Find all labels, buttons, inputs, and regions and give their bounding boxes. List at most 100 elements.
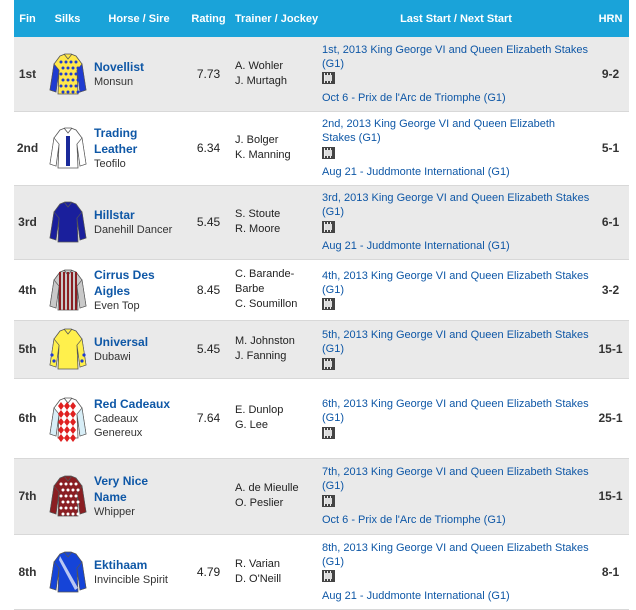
next-start-link[interactable]: Aug 21 - Juddmonte International (G1) bbox=[322, 239, 590, 253]
jockey-name: R. Moore bbox=[235, 223, 281, 235]
result-row: 4th Cirrus Des Aigles Even Top 8.45 C. Baran… bbox=[14, 259, 629, 320]
finish-position: 6th bbox=[14, 378, 41, 458]
video-replay-icon[interactable] bbox=[322, 570, 335, 583]
horse-name-link[interactable]: Universal bbox=[94, 334, 184, 350]
trainer-jockey-cell: J. Bolger K. Manning bbox=[233, 111, 320, 185]
rating-value: 6.34 bbox=[184, 111, 233, 185]
last-start-link[interactable]: 3rd, 2013 King George VI and Queen Eliza… bbox=[322, 192, 589, 218]
trainer-jockey-cell: E. Dunlop G. Lee bbox=[233, 378, 320, 458]
hrn-odds: 5-1 bbox=[592, 111, 629, 185]
horse-cell: Hillstar Danehill Dancer bbox=[94, 185, 184, 259]
next-start-link[interactable]: Oct 6 - Prix de l'Arc de Triomphe (G1) bbox=[322, 91, 590, 105]
finish-position: 3rd bbox=[14, 185, 41, 259]
jockey-name: K. Manning bbox=[235, 149, 291, 161]
last-start-link[interactable]: 4th, 2013 King George VI and Queen Eliza… bbox=[322, 270, 589, 296]
video-replay-icon[interactable] bbox=[322, 426, 335, 439]
last-next-cell: 2nd, 2013 King George VI and Queen Eliza… bbox=[320, 111, 592, 185]
trainer-name: A. Wohler bbox=[235, 59, 284, 72]
silks-icon bbox=[49, 475, 86, 517]
rating-value: 5.45 bbox=[184, 185, 233, 259]
silks-icon bbox=[49, 201, 86, 243]
result-row: 2nd Trading Leather Teofilo 6.34 J. Bolger K.… bbox=[14, 111, 629, 185]
last-next-cell: 7th, 2013 King George VI and Queen Eliza… bbox=[320, 458, 592, 534]
col-trainer[interactable]: Trainer / Jockey bbox=[233, 0, 320, 37]
silks-cell bbox=[41, 111, 94, 185]
last-start-link[interactable]: 5th, 2013 King George VI and Queen Eliza… bbox=[322, 329, 589, 355]
finish-position: 4th bbox=[14, 259, 41, 320]
trainer-name: J. Bolger bbox=[235, 134, 279, 146]
col-silks[interactable]: Silks bbox=[41, 0, 94, 37]
last-start-link[interactable]: 6th, 2013 King George VI and Queen Eliza… bbox=[322, 398, 589, 424]
horse-name-link[interactable]: Trading Leather bbox=[94, 125, 184, 157]
result-row: 5th Universal Dubawi 5.45 M. Johnston J. Fann… bbox=[14, 320, 629, 378]
horse-cell: Very Nice Name Whipper bbox=[94, 458, 184, 534]
trainer-jockey-cell: R. Varian D. O'Neill bbox=[233, 534, 320, 609]
horse-cell: Novellist Monsun bbox=[94, 37, 184, 111]
trainer-jockey-cell: A. de Mieulle O. Peslier bbox=[233, 458, 320, 534]
trainer-jockey-cell: M. Johnston J. Fanning bbox=[233, 320, 320, 378]
horse-name-link[interactable]: Very Nice Name bbox=[94, 473, 184, 505]
next-start-link[interactable]: Aug 21 - Juddmonte International (G1) bbox=[322, 589, 590, 603]
header-row: Fin Silks Horse / Sire Rating Trainer / … bbox=[14, 0, 629, 37]
jockey-name: D. O'Neill bbox=[235, 572, 282, 585]
last-start-link[interactable]: 7th, 2013 King George VI and Queen Eliza… bbox=[322, 466, 589, 492]
trainer-name: R. Varian bbox=[235, 557, 281, 570]
sire-name: Teofilo bbox=[94, 158, 126, 170]
last-start-link[interactable]: 1st, 2013 King George VI and Queen Eliza… bbox=[322, 44, 588, 70]
col-hrn[interactable]: HRN bbox=[592, 0, 629, 37]
race-results-table: Fin Silks Horse / Sire Rating Trainer / … bbox=[14, 0, 629, 610]
last-start-link[interactable]: 8th, 2013 King George VI and Queen Eliza… bbox=[322, 542, 589, 568]
silks-cell bbox=[41, 458, 94, 534]
jockey-name: C. Soumillon bbox=[235, 298, 298, 310]
hrn-odds: 3-2 bbox=[592, 259, 629, 320]
video-replay-icon[interactable] bbox=[322, 494, 335, 507]
horse-cell: Universal Dubawi bbox=[94, 320, 184, 378]
trainer-name: A. de Mieulle bbox=[235, 482, 299, 494]
col-rating[interactable]: Rating bbox=[184, 0, 233, 37]
trainer-name: C. Barande-Barbe bbox=[235, 268, 295, 295]
trainer-jockey-cell: S. Stoute R. Moore bbox=[233, 185, 320, 259]
horse-cell: Cirrus Des Aigles Even Top bbox=[94, 259, 184, 320]
silks-icon bbox=[49, 551, 86, 592]
hrn-odds: 25-1 bbox=[592, 378, 629, 458]
finish-position: 5th bbox=[14, 320, 41, 378]
col-fin[interactable]: Fin bbox=[14, 0, 41, 37]
col-horse[interactable]: Horse / Sire bbox=[94, 0, 184, 37]
horse-cell: Red Cadeaux Cadeaux Genereux bbox=[94, 378, 184, 458]
last-start-link[interactable]: 2nd, 2013 King George VI and Queen Eliza… bbox=[322, 118, 555, 144]
last-next-cell: 4th, 2013 King George VI and Queen Eliza… bbox=[320, 259, 592, 320]
col-last-next[interactable]: Last Start / Next Start bbox=[320, 0, 592, 37]
video-replay-icon[interactable] bbox=[322, 146, 335, 159]
trainer-jockey-cell: C. Barande-Barbe C. Soumillon bbox=[233, 259, 320, 320]
next-start-link[interactable]: Aug 21 - Juddmonte International (G1) bbox=[322, 165, 590, 179]
rating-value: 4.79 bbox=[184, 534, 233, 609]
video-replay-icon[interactable] bbox=[322, 72, 335, 85]
sire-name: Danehill Dancer bbox=[94, 224, 173, 236]
video-replay-icon[interactable] bbox=[322, 298, 335, 311]
trainer-name: M. Johnston bbox=[235, 335, 295, 347]
next-start-link[interactable]: Oct 6 - Prix de l'Arc de Triomphe (G1) bbox=[322, 513, 590, 527]
silks-cell bbox=[41, 534, 94, 609]
rating-value: 5.45 bbox=[184, 320, 233, 378]
rating-value: 7.73 bbox=[184, 37, 233, 111]
horse-name-link[interactable]: Novellist bbox=[94, 59, 184, 75]
rating-value bbox=[184, 458, 233, 534]
rating-value: 7.64 bbox=[184, 378, 233, 458]
last-next-cell: 1st, 2013 King George VI and Queen Eliza… bbox=[320, 37, 592, 111]
horse-name-link[interactable]: Cirrus Des Aigles bbox=[94, 267, 184, 299]
trainer-jockey-cell: A. Wohler J. Murtagh bbox=[233, 37, 320, 111]
silks-cell bbox=[41, 378, 94, 458]
video-replay-icon[interactable] bbox=[322, 357, 335, 370]
silks-icon bbox=[49, 269, 86, 310]
rating-value: 8.45 bbox=[184, 259, 233, 320]
silks-icon bbox=[49, 397, 86, 442]
finish-position: 1st bbox=[14, 37, 41, 111]
horse-name-link[interactable]: Hillstar bbox=[94, 207, 184, 223]
horse-name-link[interactable]: Red Cadeaux bbox=[94, 396, 184, 412]
trainer-name: E. Dunlop bbox=[235, 404, 284, 416]
video-replay-icon[interactable] bbox=[322, 220, 335, 233]
horse-name-link[interactable]: Ektihaam bbox=[94, 557, 184, 573]
last-next-cell: 5th, 2013 King George VI and Queen Eliza… bbox=[320, 320, 592, 378]
jockey-name: G. Lee bbox=[235, 419, 269, 431]
silks-icon bbox=[49, 328, 86, 370]
